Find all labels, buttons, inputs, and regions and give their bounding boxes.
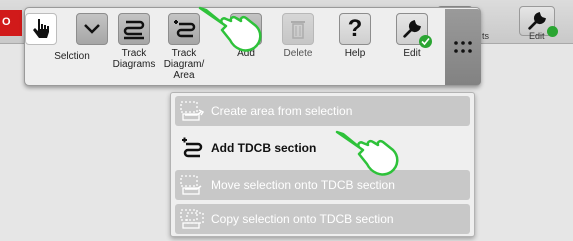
tool-help[interactable]: ? Help [330, 13, 380, 59]
tool-label-help: Help [344, 48, 366, 59]
tool-add[interactable]: Add [221, 13, 271, 59]
wrench-icon [528, 12, 546, 30]
tool-delete[interactable]: Delete [273, 13, 323, 59]
menu-item-move-selection[interactable]: Move selection onto TDCB section [175, 170, 470, 200]
pointer-hand-icon [33, 19, 49, 38]
delete-button[interactable] [282, 13, 314, 45]
tool-label-edit: Edit [403, 48, 421, 59]
red-tab[interactable]: O [0, 10, 22, 36]
help-icon: ? [347, 15, 363, 42]
track-diagram-add-icon [174, 20, 196, 38]
add-button[interactable] [230, 13, 262, 45]
toolbar-grip[interactable] [445, 9, 481, 85]
check-badge-icon [419, 35, 432, 48]
background-edit-label: Edit [529, 31, 545, 41]
create-area-icon [175, 96, 211, 126]
track-diagram-icon [123, 20, 145, 40]
copy-selection-icon [175, 204, 211, 234]
tool-label-selection: Selction [54, 51, 90, 62]
tool-track-diagram-area[interactable]: Track Diagram/ Area [159, 13, 209, 81]
menu-label-create-area: Create area from selection [211, 104, 353, 118]
add-icon [243, 20, 249, 38]
track-diagram-area-button[interactable] [168, 13, 200, 45]
add-tdcb-icon [175, 133, 211, 163]
tool-label-track-diagram-area: Track Diagram/ Area [163, 48, 205, 81]
track-diagram-area-menu: Create area from selection Add TDCB sect… [170, 92, 475, 237]
status-check-icon [547, 26, 558, 37]
tool-label-delete: Delete [283, 48, 313, 59]
floating-toolbar: Selction Track Diagrams Track Diagram/ A… [24, 7, 481, 86]
menu-item-copy-selection[interactable]: Copy selection onto TDCB section [175, 204, 470, 234]
tool-track-diagrams[interactable]: Track Diagrams [109, 13, 159, 70]
tool-selection[interactable] [25, 13, 57, 45]
chevron-down-icon [84, 24, 100, 34]
tool-edit[interactable]: Edit [387, 13, 437, 59]
menu-label-add-tdcb-section: Add TDCB section [211, 141, 317, 155]
tool-label-track-diagrams: Track Diagrams [112, 48, 156, 70]
edit-button[interactable] [396, 13, 432, 48]
help-button[interactable]: ? [339, 13, 371, 45]
chevron-button[interactable] [76, 13, 108, 45]
tool-label-add: Add [237, 48, 255, 59]
menu-label-move-selection: Move selection onto TDCB section [211, 178, 395, 192]
trash-icon [291, 21, 305, 39]
background-partial-label: ts [482, 31, 490, 41]
menu-item-create-area[interactable]: Create area from selection [175, 96, 470, 126]
selection-label-wrap: Selction [47, 48, 97, 62]
move-selection-icon [175, 170, 211, 200]
menu-label-copy-selection: Copy selection onto TDCB section [211, 212, 394, 226]
selection-button[interactable] [25, 13, 57, 45]
menu-item-add-tdcb-section[interactable]: Add TDCB section [175, 133, 470, 163]
track-diagrams-button[interactable] [118, 13, 150, 45]
grid-dots-icon [454, 41, 472, 53]
